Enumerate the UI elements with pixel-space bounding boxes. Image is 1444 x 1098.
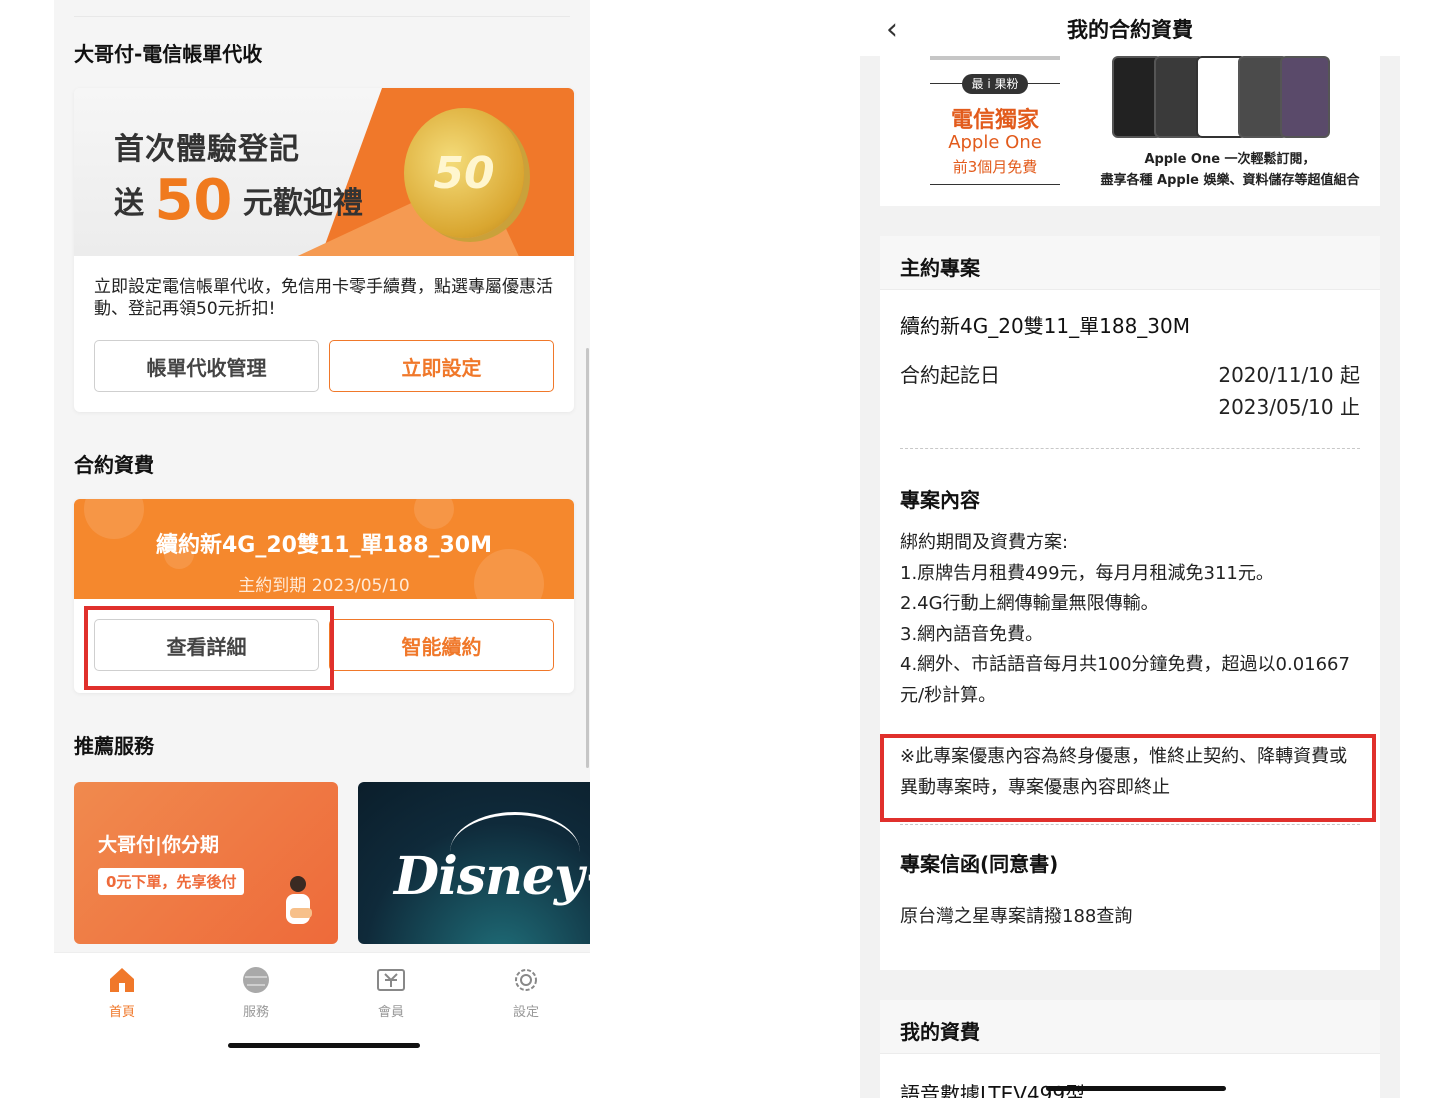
promo-badge: 最 i 果粉 — [962, 74, 1028, 94]
tab-label: 會員 — [377, 1005, 404, 1020]
promo-caption: Apple One 一次輕鬆訂閱， — [1144, 152, 1316, 167]
banner-decoration — [930, 56, 1060, 60]
tab-member[interactable]: 會員 — [351, 965, 431, 1020]
disney-logo: Disney+ — [394, 846, 590, 907]
pay-card: 首次體驗登記 送 50 元歡迎禮 50 立即設定電信帳單代收，免信用卡零手續費，… — [74, 88, 574, 412]
letter-heading: 專案信函(同意書) — [900, 852, 1059, 876]
service-icon — [243, 967, 269, 993]
rec-card-disney[interactable]: Disney+ — [358, 782, 590, 944]
section-title-pay: 大哥付-電信帳單代收 — [74, 42, 263, 66]
highlight-box — [84, 606, 334, 690]
tab-label: 服務 — [242, 1005, 269, 1020]
gear-icon — [515, 969, 537, 991]
content-heading: 專案內容 — [900, 488, 980, 512]
my-rate-card: 我的資費 語音數據LTEV499型 — [880, 1000, 1380, 1098]
content-line: 4.網外、市話語音每月共100分鐘免費，超過以0.01667元/秒計算。 — [900, 654, 1350, 706]
content-list: 綁約期間及資費方案: 1.原牌告月租費499元，每月月租減免311元。 2.4G… — [900, 528, 1362, 711]
highlight-box — [880, 734, 1376, 822]
main-plan-heading: 主約專案 — [880, 236, 1380, 290]
content-line: 1.原牌告月租費499元，每月月租減免311元。 — [900, 562, 1274, 584]
my-rate-heading: 我的資費 — [880, 1000, 1380, 1054]
tab-settings[interactable]: 設定 — [486, 965, 566, 1020]
home-icon — [110, 968, 134, 992]
scrollbar[interactable] — [586, 348, 589, 768]
promo-product: Apple One — [948, 132, 1042, 153]
plan-name: 續約新4G_20雙11_單188_30M — [900, 314, 1190, 338]
home-indicator[interactable] — [228, 1043, 420, 1048]
divider — [74, 16, 570, 17]
pay-description: 立即設定電信帳單代收，免信用卡零手續費，點選專屬優惠活動、登記再領50元折扣! — [94, 277, 553, 319]
dashed-divider — [900, 824, 1360, 825]
promo-banner[interactable]: 首次體驗登記 送 50 元歡迎禮 50 — [74, 88, 574, 256]
banner-suffix: 元歡迎禮 — [242, 186, 363, 221]
coin-icon: 50 — [404, 108, 524, 238]
page-title: 我的合約資費 — [1067, 18, 1193, 42]
tab-label: 首頁 — [108, 1005, 135, 1020]
banner-headline: 首次體驗登記 — [114, 132, 300, 167]
contract-name: 續約新4G_20雙11_單188_30M — [155, 533, 493, 558]
banner-amount: 50 — [154, 168, 233, 233]
promo-offer: 前3個月免費 — [952, 158, 1038, 176]
phones-illustration-icon — [1112, 56, 1330, 140]
section-title-contract: 合約資費 — [74, 453, 154, 477]
contract-header[interactable]: 續約新4G_20雙11_單188_30M 主約到期 2023/05/10 — [74, 499, 574, 599]
divider — [930, 184, 1060, 185]
promo-caption: 盡享各種 Apple 娛樂、資料儲存等超值組合 — [1100, 173, 1360, 188]
smart-renew-button[interactable]: 智能續約 — [329, 619, 554, 671]
rec-card-title: 大哥付|你分期 — [98, 834, 219, 856]
period-start: 2020/11/10 起 — [1218, 363, 1360, 387]
tab-home[interactable]: 首頁 — [82, 965, 162, 1020]
letter-text: 原台灣之星專案請撥188查詢 — [900, 906, 1133, 927]
home-indicator[interactable] — [1046, 1086, 1226, 1091]
apple-one-banner[interactable]: 最 i 果粉 電信獨家 Apple One 前3個月免費 Apple One 一… — [880, 56, 1380, 206]
main-plan-card: 主約專案 續約新4G_20雙11_單188_30M 合約起訖日 2020/11/… — [880, 236, 1380, 970]
rec-card-installment[interactable]: 大哥付|你分期 0元下單，先享後付 — [74, 782, 338, 944]
content-line: 2.4G行動上網傳輸量無限傳輸。 — [900, 593, 1159, 614]
member-card-icon — [377, 969, 405, 991]
bill-manage-button[interactable]: 帳單代收管理 — [94, 340, 319, 392]
content-line: 3.網內語音免費。 — [900, 623, 1044, 645]
contract-expiry: 主約到期 2023/05/10 — [238, 576, 410, 596]
period-label: 合約起訖日 — [900, 363, 1000, 387]
bottom-tab-bar: 首頁 服務 會員 設定 — [54, 952, 590, 1060]
pay-button-row: 帳單代收管理 立即設定 — [74, 320, 574, 412]
person-illustration-icon — [286, 876, 312, 924]
content-line: 綁約期間及資費方案: — [900, 532, 1069, 553]
phone-image — [1280, 56, 1330, 138]
dashed-divider — [900, 448, 1360, 449]
tab-label: 設定 — [512, 1005, 539, 1020]
rec-card-tag: 0元下單，先享後付 — [98, 868, 245, 895]
setup-now-button[interactable]: 立即設定 — [329, 340, 554, 392]
promo-headline: 電信獨家 — [950, 108, 1039, 133]
banner-prefix: 送 — [114, 186, 144, 221]
left-screen: 大哥付-電信帳單代收 首次體驗登記 送 50 元歡迎禮 50 立即設定電信帳單代… — [54, 0, 590, 1060]
right-screen: ‹ 我的合約資費 最 i 果粉 電信獨家 Apple One 前3個月免費 Ap… — [860, 0, 1400, 1098]
period-end: 2023/05/10 止 — [1218, 395, 1360, 419]
tab-service[interactable]: 服務 — [216, 965, 296, 1020]
nav-bar: ‹ 我的合約資費 — [860, 0, 1400, 56]
section-title-recommend: 推薦服務 — [74, 734, 154, 758]
banner-subline: 送 50 元歡迎禮 — [114, 168, 363, 233]
